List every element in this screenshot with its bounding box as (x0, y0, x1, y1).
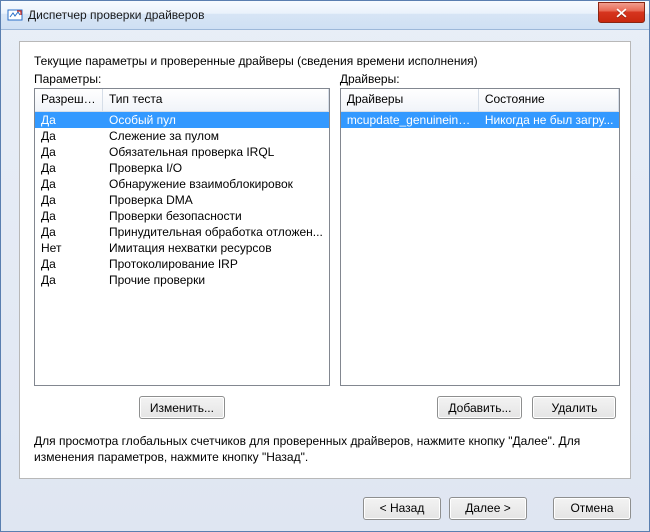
hint-text: Для просмотра глобальных счетчиков для п… (34, 433, 616, 465)
cell-test: Обязательная проверка IRQL (103, 144, 329, 160)
cell-allowed: Да (35, 144, 103, 160)
parameters-panel: Параметры: Разреше... Тип теста ДаОсобый… (34, 72, 330, 419)
table-row[interactable]: ДаОсобый пул (35, 112, 329, 128)
table-row[interactable]: ДаПринудительная обработка отложен... (35, 224, 329, 240)
cell-allowed: Да (35, 192, 103, 208)
table-row[interactable]: ДаОбязательная проверка IRQL (35, 144, 329, 160)
change-button[interactable]: Изменить... (139, 396, 225, 419)
drivers-header: Драйверы Состояние (341, 89, 620, 112)
window-title: Диспетчер проверки драйверов (28, 8, 598, 22)
cell-test: Прочие проверки (103, 272, 329, 288)
remove-button[interactable]: Удалить (532, 396, 616, 419)
add-button[interactable]: Добавить... (437, 396, 522, 419)
col-driver[interactable]: Драйверы (341, 89, 479, 111)
table-row[interactable]: ДаСлежение за пулом (35, 128, 329, 144)
drivers-body[interactable]: mcupdate_genuineintel.dllНикогда не был … (341, 112, 620, 385)
cell-test: Особый пул (103, 112, 329, 128)
cell-test: Принудительная обработка отложен... (103, 224, 329, 240)
next-button[interactable]: Далее > (449, 497, 527, 520)
table-row[interactable]: ДаПрочие проверки (35, 272, 329, 288)
cell-driver: mcupdate_genuineintel.dll (341, 112, 479, 128)
cell-allowed: Да (35, 112, 103, 128)
parameters-listview[interactable]: Разреше... Тип теста ДаОсобый пулДаСлеже… (34, 88, 330, 386)
cell-allowed: Да (35, 160, 103, 176)
cell-test: Обнаружение взаимоблокировок (103, 176, 329, 192)
close-icon (616, 8, 627, 18)
back-button[interactable]: < Назад (363, 497, 441, 520)
cell-test: Имитация нехватки ресурсов (103, 240, 329, 256)
cell-test: Проверка I/O (103, 160, 329, 176)
col-test[interactable]: Тип теста (103, 89, 329, 111)
table-row[interactable]: ДаПроверки безопасности (35, 208, 329, 224)
cell-allowed: Да (35, 272, 103, 288)
drivers-panel: Драйверы: Драйверы Состояние mcupdate_ge… (340, 72, 621, 419)
cell-allowed: Да (35, 256, 103, 272)
titlebar: Диспетчер проверки драйверов (1, 1, 649, 30)
panels-container: Параметры: Разреше... Тип теста ДаОсобый… (34, 72, 616, 419)
content-panel: Текущие параметры и проверенные драйверы… (19, 41, 631, 479)
drivers-label: Драйверы: (340, 72, 621, 86)
wizard-footer: < Назад Далее > Отмена (1, 485, 649, 531)
cell-test: Протоколирование IRP (103, 256, 329, 272)
cancel-button[interactable]: Отмена (553, 497, 631, 520)
cell-allowed: Да (35, 224, 103, 240)
cell-test: Проверки безопасности (103, 208, 329, 224)
cell-allowed: Да (35, 176, 103, 192)
col-state[interactable]: Состояние (479, 89, 620, 111)
table-row[interactable]: ДаПроверка I/O (35, 160, 329, 176)
driver-verifier-window: Диспетчер проверки драйверов Текущие пар… (0, 0, 650, 532)
col-allowed[interactable]: Разреше... (35, 89, 103, 111)
cell-allowed: Да (35, 128, 103, 144)
table-row[interactable]: ДаПроверка DMA (35, 192, 329, 208)
parameters-button-row: Изменить... (34, 396, 330, 419)
parameters-header: Разреше... Тип теста (35, 89, 329, 112)
cell-allowed: Нет (35, 240, 103, 256)
app-icon (7, 7, 23, 23)
cell-test: Проверка DMA (103, 192, 329, 208)
cell-test: Слежение за пулом (103, 128, 329, 144)
table-row[interactable]: ДаПротоколирование IRP (35, 256, 329, 272)
drivers-button-row: Добавить... Удалить (340, 396, 621, 419)
table-row[interactable]: ДаОбнаружение взаимоблокировок (35, 176, 329, 192)
cell-state: Никогда не был загру... (479, 112, 620, 128)
close-button[interactable] (598, 2, 645, 23)
page-heading: Текущие параметры и проверенные драйверы… (34, 54, 616, 68)
parameters-label: Параметры: (34, 72, 330, 86)
drivers-listview[interactable]: Драйверы Состояние mcupdate_genuineintel… (340, 88, 621, 386)
parameters-body[interactable]: ДаОсобый пулДаСлежение за пуломДаОбязате… (35, 112, 329, 385)
cell-allowed: Да (35, 208, 103, 224)
table-row[interactable]: mcupdate_genuineintel.dllНикогда не был … (341, 112, 620, 128)
table-row[interactable]: НетИмитация нехватки ресурсов (35, 240, 329, 256)
